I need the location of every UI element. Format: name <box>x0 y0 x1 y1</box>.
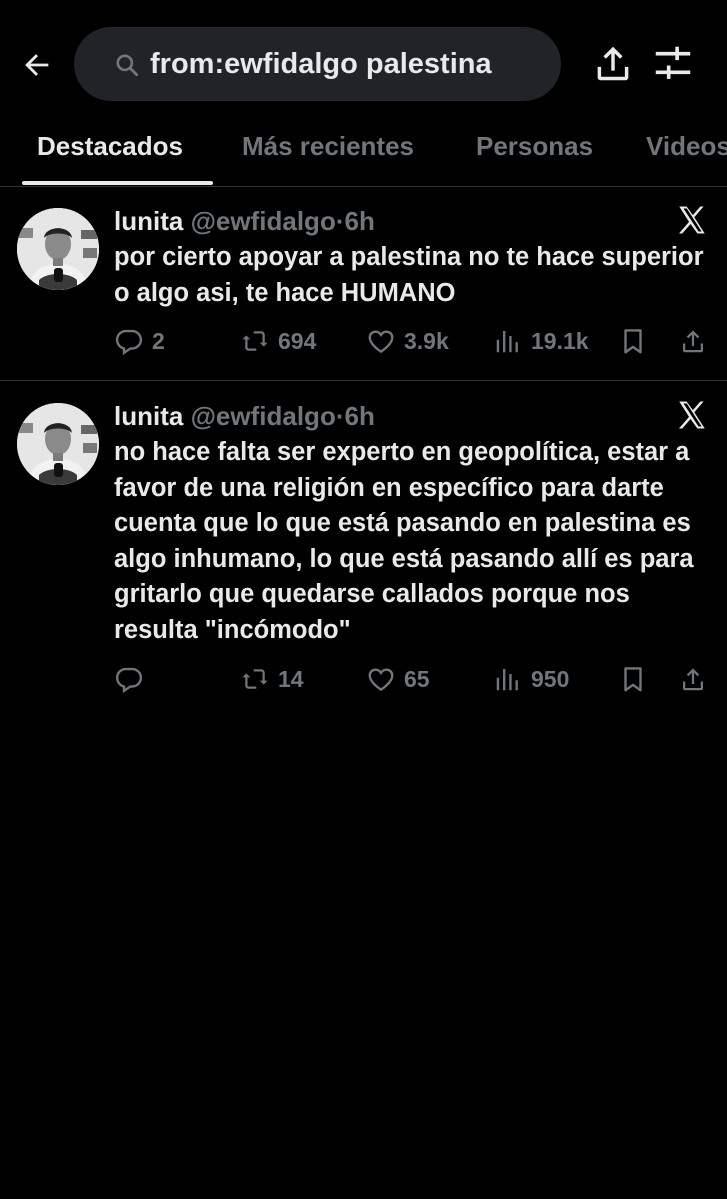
share-icon <box>597 46 629 81</box>
timestamp[interactable]: 6h <box>345 401 375 431</box>
like-button[interactable]: 3.9k <box>366 321 449 361</box>
reply-button[interactable] <box>114 659 152 699</box>
bookmark-button[interactable] <box>618 659 648 699</box>
search-tabs: Destacados Más recientes Personas Videos <box>0 118 727 187</box>
reply-icon <box>115 667 143 694</box>
author-name[interactable]: lunita <box>114 206 183 236</box>
active-tab-indicator <box>22 181 213 185</box>
avatar[interactable] <box>17 208 99 290</box>
tweet-actions: 2 694 3.9k 19.1k <box>0 321 727 361</box>
reply-icon <box>115 329 143 356</box>
tweet-header: lunita @ewfidalgo·6h <box>114 203 375 239</box>
avatar-photo <box>17 403 99 485</box>
retweet-icon <box>242 331 268 351</box>
search-query: from:ewfidalgo palestina <box>150 48 492 80</box>
separator-dot: · <box>335 206 345 236</box>
avatar[interactable] <box>17 403 99 485</box>
like-count: 65 <box>404 665 430 692</box>
views-button[interactable]: 950 <box>493 659 569 699</box>
share-button[interactable] <box>678 321 708 361</box>
separator-dot: · <box>335 401 345 431</box>
reply-button[interactable]: 2 <box>114 321 165 361</box>
search-filters-button[interactable] <box>650 40 696 86</box>
tab-videos[interactable]: Videos <box>646 118 727 186</box>
tweet[interactable]: lunita @ewfidalgo·6h por cierto apoyar a… <box>0 188 727 381</box>
like-button[interactable]: 65 <box>366 659 430 699</box>
author-name[interactable]: lunita <box>114 401 183 431</box>
tweet-text: por cierto apoyar a palestina no te hace… <box>114 243 704 307</box>
avatar-photo <box>17 208 99 290</box>
share-search-button[interactable] <box>590 40 636 86</box>
retweet-count: 694 <box>278 327 317 354</box>
view-count: 19.1k <box>531 327 589 354</box>
tweet-text: no hace falta ser experto en geopolítica… <box>114 438 694 644</box>
retweet-count: 14 <box>278 665 304 692</box>
back-button[interactable] <box>14 42 60 88</box>
arrow-left-icon <box>25 54 49 76</box>
retweet-icon <box>242 669 268 689</box>
search-input[interactable]: from:ewfidalgo palestina <box>74 27 561 101</box>
filter-sliders-icon <box>655 46 691 79</box>
tab-destacados[interactable]: Destacados <box>37 118 183 186</box>
retweet-button[interactable]: 694 <box>240 321 316 361</box>
bookmark-icon <box>624 329 642 354</box>
heart-icon <box>368 330 394 354</box>
retweet-button[interactable]: 14 <box>240 659 304 699</box>
timestamp[interactable]: 6h <box>345 206 375 236</box>
tweet-header: lunita @ewfidalgo·6h <box>114 398 375 434</box>
like-count: 3.9k <box>404 327 449 354</box>
reply-count: 2 <box>152 327 165 354</box>
view-count: 950 <box>531 665 570 692</box>
author-handle[interactable]: @ewfidalgo <box>191 401 336 431</box>
tweet[interactable]: lunita @ewfidalgo·6h no hace falta ser e… <box>0 383 727 713</box>
share-button[interactable] <box>678 659 708 699</box>
views-button[interactable]: 19.1k <box>493 321 589 361</box>
share-icon <box>683 330 703 353</box>
search-icon <box>116 54 139 77</box>
author-handle[interactable]: @ewfidalgo <box>191 206 336 236</box>
views-bar-chart-icon <box>496 331 518 353</box>
share-icon <box>683 668 703 691</box>
x-logo-icon[interactable] <box>675 203 709 237</box>
tab-personas[interactable]: Personas <box>476 118 593 186</box>
tab-mas-recientes[interactable]: Más recientes <box>242 118 414 186</box>
tweet-actions: 14 65 950 <box>0 659 727 699</box>
top-bar: from:ewfidalgo palestina <box>0 0 727 120</box>
x-logo-icon[interactable] <box>675 398 709 432</box>
bookmark-icon <box>624 667 642 692</box>
bookmark-button[interactable] <box>618 321 648 361</box>
views-bar-chart-icon <box>496 669 518 691</box>
heart-icon <box>368 668 394 692</box>
